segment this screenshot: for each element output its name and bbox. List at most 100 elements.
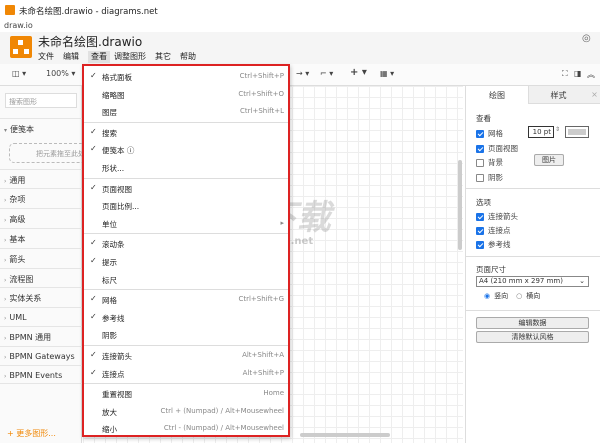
menu-item[interactable]: ✓ 提示 bbox=[84, 253, 288, 270]
panel-toggle-icon[interactable]: ◫ ▾ bbox=[12, 69, 26, 78]
menu-item[interactable]: ✓ 格式面板 Ctrl+Shift+P bbox=[84, 68, 288, 85]
page-size-value: A4 (210 mm x 297 mm) bbox=[479, 277, 563, 285]
menu-item[interactable]: 缩小 Ctrl - (Numpad) / Alt+Mousewheel bbox=[84, 420, 288, 437]
collapse-icon[interactable]: ︽ bbox=[587, 69, 595, 80]
grid-size-stepper[interactable]: ⇕ bbox=[555, 126, 560, 133]
sidebar-section-flowchart[interactable]: › 流程图 bbox=[0, 268, 82, 287]
page-size-section-title: 页面尺寸 bbox=[476, 265, 506, 274]
page-view-checkbox[interactable]: 页面视图 bbox=[476, 143, 518, 154]
menu-item[interactable]: 形状... bbox=[84, 159, 288, 176]
sidebar-section-bpmn-general[interactable]: › BPMN 通用 bbox=[0, 326, 82, 345]
grid-checkbox[interactable]: 网格 bbox=[476, 128, 503, 139]
view-section-title: 查看 bbox=[476, 114, 491, 123]
divider bbox=[466, 188, 600, 189]
sidebar-section-arrows[interactable]: › 箭头 bbox=[0, 248, 82, 267]
menu-file[interactable]: 文件 bbox=[38, 51, 59, 63]
menu-item[interactable]: ✓ 便笺本 ⓘ bbox=[84, 141, 288, 158]
connection-arrows-checkbox[interactable]: 连接箭头 bbox=[476, 211, 518, 222]
sidebar-section-general[interactable]: › 通用 bbox=[0, 169, 82, 188]
chevron-down-icon: ⌄ bbox=[579, 277, 585, 285]
menu-item[interactable]: ✓ 网格 Ctrl+Shift+G bbox=[84, 291, 288, 308]
connection-points-checkbox[interactable]: 连接点 bbox=[476, 225, 511, 236]
menu-item[interactable]: 阴影 bbox=[84, 326, 288, 343]
background-checkbox[interactable]: 背景 bbox=[476, 157, 503, 168]
menu-view[interactable]: 查看 bbox=[88, 51, 110, 63]
landscape-label: 横向 bbox=[526, 292, 541, 300]
menu-help[interactable]: 帮助 bbox=[180, 51, 201, 63]
menu-item[interactable]: 重置视图 Home bbox=[84, 385, 288, 402]
menu-item[interactable]: ✓ 连接点 Alt+Shift+P bbox=[84, 365, 288, 382]
tab-style[interactable]: 样式 bbox=[528, 86, 588, 104]
menu-item[interactable]: ✓ 搜索 bbox=[84, 124, 288, 141]
sidebar-section-uml[interactable]: › UML bbox=[0, 307, 82, 326]
fullscreen-icon[interactable]: ⛶ bbox=[562, 69, 568, 79]
clear-default-style-button[interactable]: 清除默认风格 bbox=[476, 331, 589, 343]
menu-item-label: 缩略图 bbox=[102, 90, 125, 100]
menu-extras[interactable]: 其它 bbox=[155, 51, 176, 63]
section-label: 高级 bbox=[9, 215, 26, 224]
window-subtitle: draw.io bbox=[4, 21, 33, 30]
section-label: UML bbox=[9, 313, 27, 322]
menu-arrange[interactable]: 调整图形 bbox=[114, 51, 151, 63]
sidebar-section-advanced[interactable]: › 高级 bbox=[0, 208, 82, 227]
globe-icon[interactable]: ◎ bbox=[582, 33, 591, 44]
check-icon: ✓ bbox=[90, 71, 97, 80]
checkbox-label: 连接点 bbox=[488, 226, 511, 235]
section-label: 基本 bbox=[9, 235, 26, 244]
shadow-checkbox[interactable]: 阴影 bbox=[476, 172, 503, 183]
menu-item[interactable]: 放大 Ctrl + (Numpad) / Alt+Mousewheel bbox=[84, 403, 288, 420]
sidebar-section-bpmn-gateways[interactable]: › BPMN Gateways bbox=[0, 346, 82, 365]
tab-diagram[interactable]: 绘图 bbox=[466, 86, 528, 104]
sidebar-section-basic[interactable]: › 基本 bbox=[0, 228, 82, 247]
zoom-select[interactable]: 100% ▾ bbox=[46, 69, 75, 78]
view-menu-dropdown: ✓ 格式面板 Ctrl+Shift+P 缩略图 Ctrl+Shift+O 图层 Ctrl+S… bbox=[82, 64, 290, 437]
portrait-radio[interactable]: ◉ bbox=[484, 292, 490, 300]
image-button[interactable]: 图片 bbox=[534, 154, 564, 166]
grid-color-swatch[interactable] bbox=[565, 126, 589, 138]
menu-item-label: 搜索 bbox=[102, 128, 117, 138]
checkbox-label: 阴影 bbox=[488, 173, 503, 182]
menu-item-shortcut: Ctrl+Shift+L bbox=[240, 107, 284, 116]
menu-edit[interactable]: 编辑 bbox=[63, 51, 84, 63]
menu-item[interactable]: 单位 ▸ bbox=[84, 215, 288, 232]
grid-size-input[interactable]: 10 pt bbox=[528, 126, 554, 138]
menu-item-shortcut: Ctrl + (Numpad) / Alt+Mousewheel bbox=[160, 406, 284, 415]
edit-data-button[interactable]: 编辑数据 bbox=[476, 317, 589, 329]
format-panel-icon[interactable]: ◨ bbox=[574, 69, 582, 78]
menu-item[interactable]: ✓ 页面视图 bbox=[84, 180, 288, 197]
sidebar-section-er[interactable]: › 实体关系 bbox=[0, 287, 82, 306]
connection-style-icon[interactable]: → ▾ bbox=[296, 69, 309, 78]
waypoint-icon[interactable]: ⌐ ▾ bbox=[320, 69, 333, 78]
menu-item[interactable]: 页面比例... bbox=[84, 197, 288, 214]
menu-item[interactable]: 标尺 bbox=[84, 271, 288, 288]
shape-search-input[interactable]: 搜索图形 bbox=[5, 93, 77, 108]
menu-item-shortcut: Ctrl+Shift+G bbox=[238, 295, 284, 304]
check-icon: ✓ bbox=[90, 238, 97, 248]
vertical-scrollbar[interactable] bbox=[458, 160, 462, 250]
horizontal-scrollbar[interactable] bbox=[300, 433, 390, 437]
menu-item[interactable]: ✓ 参考线 bbox=[84, 309, 288, 326]
document-title[interactable]: 未命名绘图.drawio bbox=[38, 33, 142, 50]
more-shapes-link[interactable]: + 更多图形... bbox=[7, 428, 56, 439]
sidebar-section-scratchpad[interactable]: ▾ 便笺本 bbox=[0, 118, 82, 137]
menu-item[interactable]: ✓ 连接箭头 Alt+Shift+A bbox=[84, 347, 288, 364]
menu-separator bbox=[84, 289, 288, 291]
close-icon[interactable]: × bbox=[588, 86, 600, 104]
orientation-radios: ◉ 竖向 ○ 横向 bbox=[484, 291, 540, 301]
section-label: BPMN Gateways bbox=[9, 352, 75, 361]
guides-checkbox[interactable]: 参考线 bbox=[476, 239, 511, 250]
sidebar-section-bpmn-events[interactable]: › BPMN Events bbox=[0, 365, 82, 384]
insert-plus-icon[interactable]: + ▾ bbox=[350, 67, 367, 78]
menu-item[interactable]: ✓ 滚动条 bbox=[84, 235, 288, 252]
menu-item[interactable]: 图层 Ctrl+Shift+L bbox=[84, 103, 288, 120]
page-size-select[interactable]: A4 (210 mm x 297 mm) ⌄ bbox=[476, 276, 589, 287]
scratchpad-drop-area[interactable]: 把元素拖至此处 bbox=[9, 143, 89, 163]
table-icon[interactable]: ▦ ▾ bbox=[380, 69, 394, 78]
menubar: 文件 编辑 查看 调整图形 其它 帮助 bbox=[38, 51, 205, 63]
section-label: 箭头 bbox=[9, 255, 26, 264]
landscape-radio[interactable]: ○ bbox=[516, 292, 522, 300]
menu-item-label: 放大 bbox=[102, 407, 117, 417]
menu-item-label: 便笺本 ⓘ bbox=[102, 146, 135, 156]
sidebar-section-misc[interactable]: › 杂项 bbox=[0, 188, 82, 207]
menu-item[interactable]: 缩略图 Ctrl+Shift+O bbox=[84, 86, 288, 103]
